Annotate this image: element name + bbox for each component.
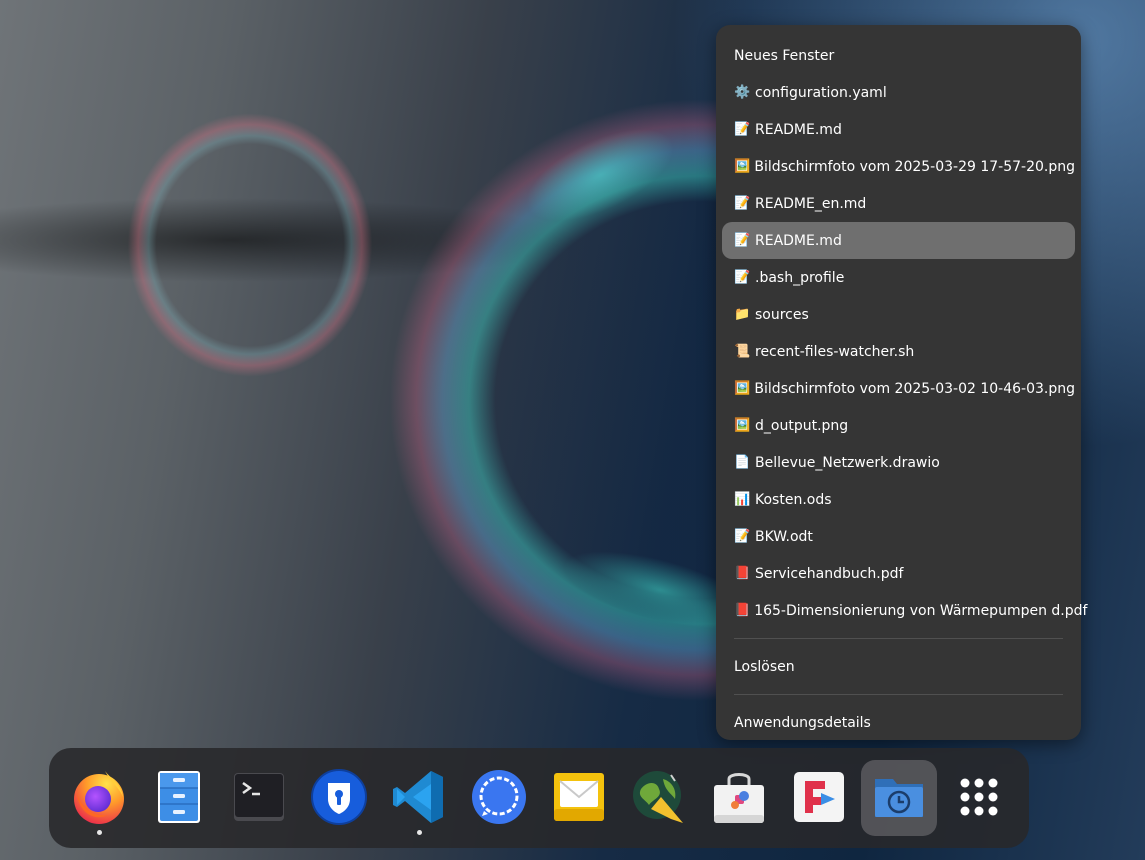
desktop-background: Neues Fenster ⚙️ configuration.yaml 📝 RE… <box>0 0 1145 860</box>
recent-file-name: Servicehandbuch.pdf <box>755 565 904 582</box>
menu-item-new-window[interactable]: Neues Fenster <box>722 37 1075 74</box>
dock-app-bitwarden[interactable] <box>301 760 377 836</box>
dock-app-signal[interactable] <box>461 760 537 836</box>
document-icon: 📄 <box>734 455 751 470</box>
recent-file-name: Kosten.ods <box>755 491 832 508</box>
menu-item-label: Loslösen <box>734 658 795 675</box>
envelope-icon <box>554 773 604 821</box>
file-cabinet-icon <box>158 771 200 823</box>
recent-file-item[interactable]: 📄 Bellevue_Netzwerk.drawio <box>722 444 1075 481</box>
recent-file-item[interactable]: 📕 Servicehandbuch.pdf <box>722 555 1075 592</box>
dock-app-flathub[interactable] <box>781 760 857 836</box>
menu-item-label: Anwendungsdetails <box>734 714 871 731</box>
gear-icon: ⚙️ <box>734 85 751 100</box>
dock-app-vscode[interactable] <box>381 760 457 836</box>
recent-file-item[interactable]: 🖼️ Bildschirmfoto vom 2025-03-02 10-46-0… <box>722 370 1075 407</box>
recent-file-name: README.md <box>755 121 842 138</box>
recent-file-name: configuration.yaml <box>755 84 887 101</box>
speech-bubble-icon <box>472 770 526 824</box>
memo-icon: 📝 <box>734 233 751 248</box>
red-book-icon: 📕 <box>734 603 751 618</box>
recent-file-name: README.md <box>755 232 842 249</box>
shopping-bag-icon <box>714 773 764 823</box>
menu-item-detach[interactable]: Loslösen <box>722 648 1075 685</box>
terminal-icon <box>234 773 284 821</box>
recent-folder-icon <box>875 779 923 817</box>
recent-file-item[interactable]: 📝 README_en.md <box>722 185 1075 222</box>
menu-separator <box>734 638 1063 639</box>
dock-app-recent-files[interactable] <box>861 760 937 836</box>
folder-icon: 📁 <box>734 307 751 322</box>
globe-icon <box>633 771 683 823</box>
recent-file-item[interactable]: 📝 README.md <box>722 111 1075 148</box>
recent-file-name: recent-files-watcher.sh <box>755 343 915 360</box>
app-grid-icon <box>960 778 998 816</box>
dock-app-mail[interactable] <box>541 760 617 836</box>
dock <box>49 748 1029 848</box>
picture-icon: 🖼️ <box>734 159 751 174</box>
memo-icon: 📝 <box>734 122 751 137</box>
recent-file-item[interactable]: 🖼️ d_output.png <box>722 407 1075 444</box>
wallpaper-highlight <box>512 109 688 241</box>
recent-file-name: Bildschirmfoto vom 2025-03-29 17-57-20.p… <box>754 158 1075 175</box>
firefox-icon <box>74 771 124 824</box>
dock-app-files[interactable] <box>141 760 217 836</box>
vscode-icon <box>393 771 443 823</box>
recent-file-item[interactable]: 🖼️ Bildschirmfoto vom 2025-03-29 17-57-2… <box>722 148 1075 185</box>
red-book-icon: 📕 <box>734 566 751 581</box>
recent-file-item-hovered[interactable]: 📝 README.md <box>722 222 1075 259</box>
scroll-icon: 📜 <box>734 344 751 359</box>
recent-file-name: Bellevue_Netzwerk.drawio <box>755 454 940 471</box>
recent-file-item[interactable]: 📁 sources <box>722 296 1075 333</box>
dock-show-apps[interactable] <box>941 760 1017 836</box>
menu-item-app-details[interactable]: Anwendungsdetails <box>722 704 1075 741</box>
dock-app-firefox[interactable] <box>61 760 137 836</box>
picture-icon: 🖼️ <box>734 418 751 433</box>
dock-app-software[interactable] <box>701 760 777 836</box>
dock-app-terminal[interactable] <box>221 760 297 836</box>
running-indicator <box>417 830 422 835</box>
recent-file-item[interactable]: 📕 165-Dimensionierung von Wärmepumpen d.… <box>722 592 1087 629</box>
menu-separator <box>734 694 1063 695</box>
running-indicator <box>97 830 102 835</box>
picture-icon: 🖼️ <box>734 381 751 396</box>
recent-file-item[interactable]: 📜 recent-files-watcher.sh <box>722 333 1075 370</box>
recent-file-item[interactable]: 📝 .bash_profile <box>722 259 1075 296</box>
recent-file-name: .bash_profile <box>755 269 845 286</box>
recent-file-item[interactable]: 📝 BKW.odt <box>722 518 1075 555</box>
dock-app-josm[interactable] <box>621 760 697 836</box>
dock-app-context-menu: Neues Fenster ⚙️ configuration.yaml 📝 RE… <box>716 25 1087 741</box>
bar-chart-icon: 📊 <box>734 492 751 507</box>
flathub-icon <box>794 772 844 822</box>
memo-icon: 📝 <box>734 196 751 211</box>
keyhole-shield-icon <box>311 769 367 825</box>
recent-file-name: 165-Dimensionierung von Wärmepumpen d.pd… <box>754 602 1088 619</box>
memo-icon: 📝 <box>734 270 751 285</box>
recent-file-item[interactable]: 📊 Kosten.ods <box>722 481 1075 518</box>
recent-file-name: README_en.md <box>755 195 867 212</box>
recent-file-name: sources <box>755 306 809 323</box>
recent-file-name: d_output.png <box>755 417 849 434</box>
menu-item-label: Neues Fenster <box>734 47 835 64</box>
recent-file-item[interactable]: ⚙️ configuration.yaml <box>722 74 1075 111</box>
recent-file-name: BKW.odt <box>755 528 813 545</box>
recent-file-name: Bildschirmfoto vom 2025-03-02 10-46-03.p… <box>754 380 1075 397</box>
memo-icon: 📝 <box>734 529 751 544</box>
